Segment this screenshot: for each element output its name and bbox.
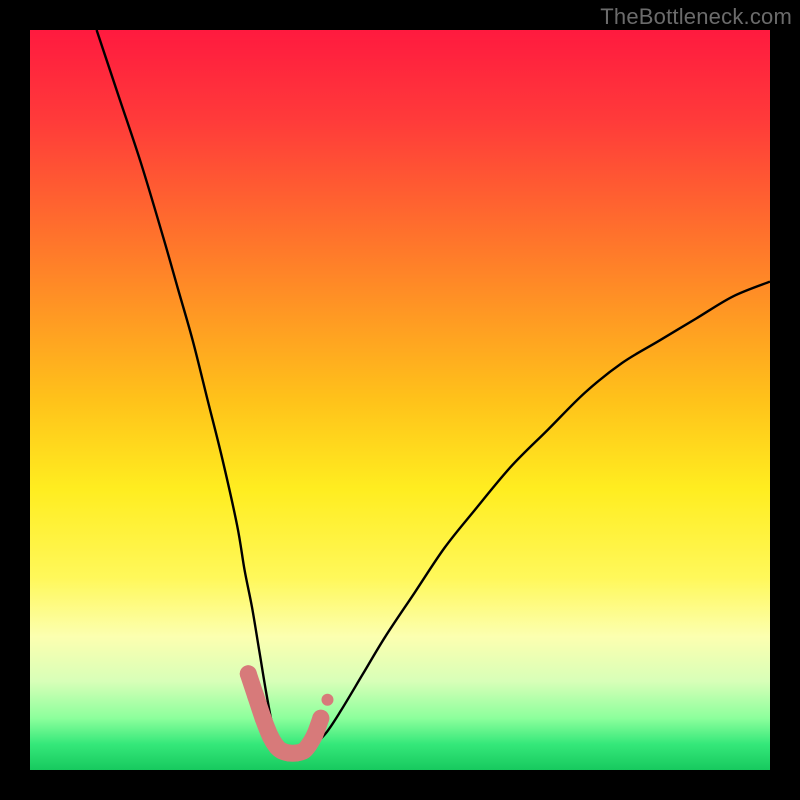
chart-svg bbox=[30, 30, 770, 770]
chart-frame: TheBottleneck.com bbox=[0, 0, 800, 800]
chart-plot-area bbox=[30, 30, 770, 770]
chart-gradient-background bbox=[30, 30, 770, 770]
watermark-text: TheBottleneck.com bbox=[600, 4, 792, 30]
highlight-outlier-point bbox=[321, 694, 333, 706]
